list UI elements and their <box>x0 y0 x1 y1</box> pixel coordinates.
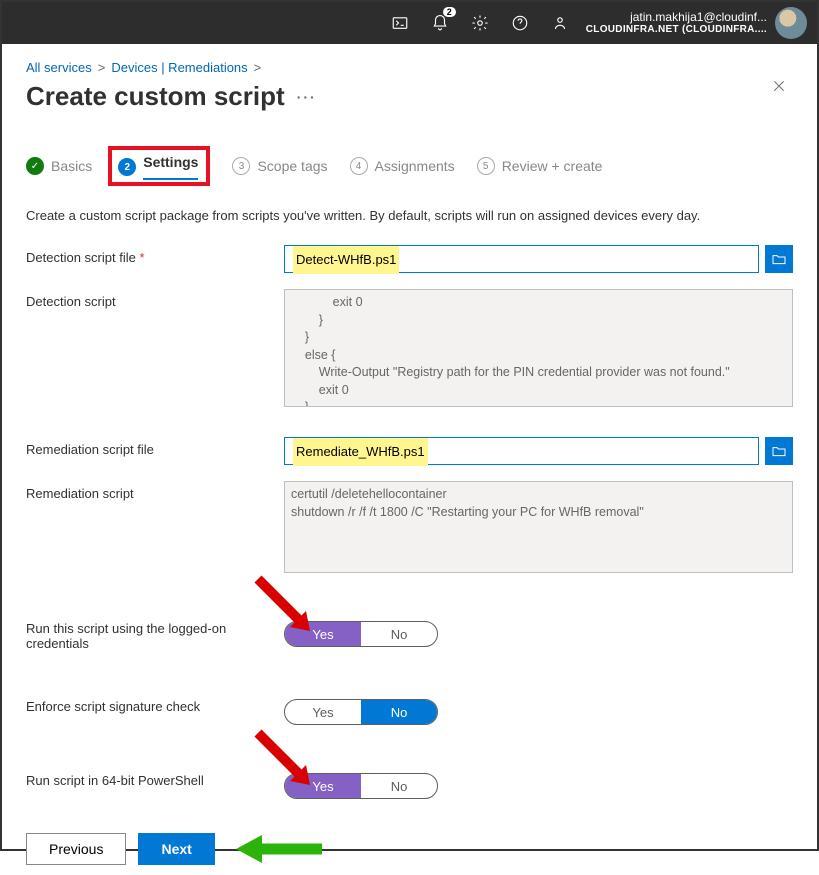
avatar <box>775 7 807 39</box>
toggle-logged-on[interactable]: Yes No <box>284 621 438 647</box>
detection-file-input[interactable]: Detect-WHfB.ps1 <box>284 245 759 273</box>
breadcrumb: All services > Devices | Remediations > <box>26 60 793 75</box>
label-detection-script: Detection script <box>26 289 284 309</box>
tab-basics[interactable]: ✓Basics <box>26 157 92 175</box>
next-button[interactable]: Next <box>138 833 214 865</box>
browse-detection-file-button[interactable] <box>765 245 793 273</box>
tab-scope-tags[interactable]: 3Scope tags <box>232 157 327 175</box>
user-tenant: CLOUDINFRA.NET (CLOUDINFRA.... <box>586 24 767 36</box>
label-64bit-ps: Run script in 64-bit PowerShell <box>26 773 284 788</box>
portal-top-bar: 2 jatin.makhija1@cloudinf... CLOUDINFRA.… <box>2 2 817 44</box>
label-remediation-file: Remediation script file <box>26 437 284 457</box>
tab-assignments[interactable]: 4Assignments <box>350 157 455 175</box>
tab-settings[interactable]: 2Settings <box>118 154 198 180</box>
breadcrumb-devices[interactable]: Devices | Remediations <box>111 60 247 75</box>
page-title: Create custom script··· <box>26 81 793 112</box>
wizard-tabs: ✓Basics 2Settings 3Scope tags 4Assignmen… <box>26 146 793 186</box>
user-account[interactable]: jatin.makhija1@cloudinf... CLOUDINFRA.NE… <box>586 7 807 39</box>
feedback-icon[interactable] <box>546 9 574 37</box>
detection-script-preview[interactable]: exit 0 } } else { Write-Output "Registry… <box>284 289 793 407</box>
notifications-icon[interactable]: 2 <box>426 9 454 37</box>
label-enforce-signature: Enforce script signature check <box>26 699 284 714</box>
toggle-enforce-signature[interactable]: Yes No <box>284 699 438 725</box>
toggle-64bit-powershell[interactable]: Yes No <box>284 773 438 799</box>
remediation-file-input[interactable]: Remediate_WHfB.ps1 <box>284 437 759 465</box>
label-remediation-script: Remediation script <box>26 481 284 501</box>
cloudshell-icon[interactable] <box>386 9 414 37</box>
breadcrumb-all-services[interactable]: All services <box>26 60 92 75</box>
previous-button[interactable]: Previous <box>26 833 126 865</box>
close-icon[interactable] <box>771 78 787 99</box>
tab-review[interactable]: 5Review + create <box>477 157 603 175</box>
gear-icon[interactable] <box>466 9 494 37</box>
label-detection-file: Detection script file * <box>26 245 284 265</box>
remediation-script-preview[interactable]: certutil /deletehellocontainer shutdown … <box>284 481 793 573</box>
more-icon[interactable]: ··· <box>297 89 317 105</box>
user-email: jatin.makhija1@cloudinf... <box>586 10 767 24</box>
help-icon[interactable] <box>506 9 534 37</box>
browse-remediation-file-button[interactable] <box>765 437 793 465</box>
description-text: Create a custom script package from scri… <box>26 208 793 223</box>
label-logged-on: Run this script using the logged-on cred… <box>26 621 284 651</box>
